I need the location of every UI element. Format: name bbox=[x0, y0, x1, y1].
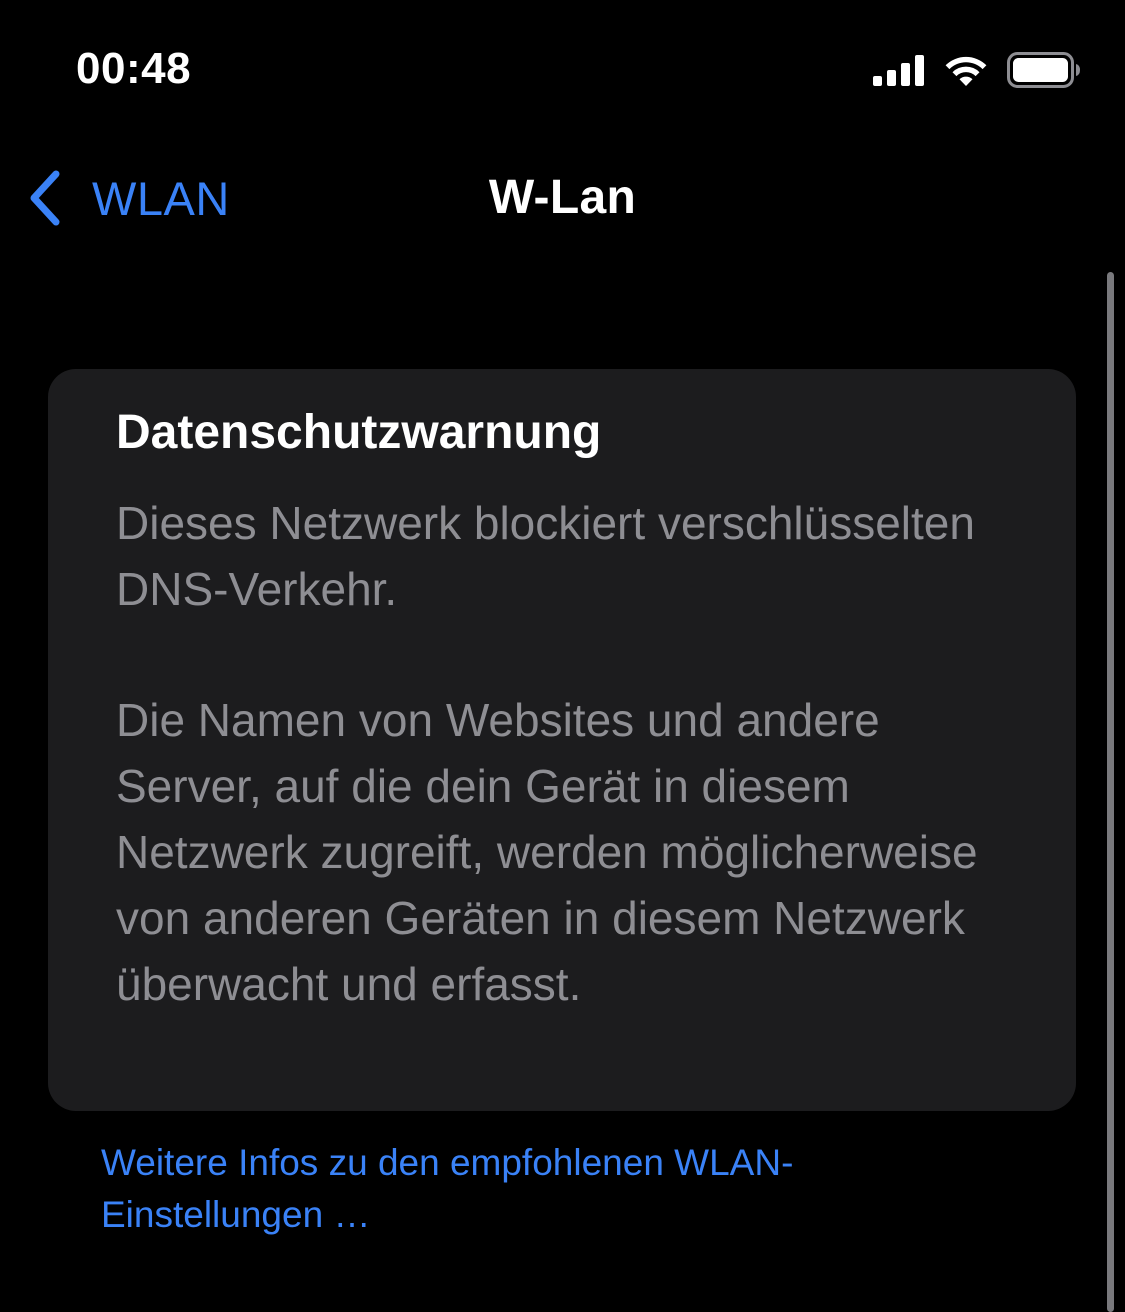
warning-paragraph-2: Die Namen von Websites und andere Server… bbox=[116, 694, 978, 1010]
warning-paragraph-1: Dieses Netzwerk blockiert verschlüsselte… bbox=[116, 497, 975, 615]
privacy-warning-card: Datenschutzwarnung Dieses Netzwerk block… bbox=[48, 369, 1076, 1111]
warning-title: Datenschutzwarnung bbox=[116, 406, 602, 459]
back-button[interactable]: WLAN bbox=[26, 166, 230, 230]
scroll-indicator[interactable] bbox=[1107, 272, 1114, 1312]
navigation-bar: W-Lan WLAN bbox=[0, 150, 1125, 250]
back-button-label: WLAN bbox=[92, 171, 230, 225]
chevron-left-icon bbox=[30, 170, 60, 226]
battery-icon bbox=[1007, 52, 1080, 88]
status-time: 00:48 bbox=[76, 44, 192, 93]
more-info-link[interactable]: Weitere Infos zu den empfohlenen WLAN-Ei… bbox=[101, 1137, 921, 1241]
status-bar: 00:48 bbox=[0, 0, 1125, 140]
signal-icon bbox=[873, 55, 924, 86]
wifi-icon bbox=[945, 56, 987, 86]
status-icons bbox=[873, 50, 1081, 90]
